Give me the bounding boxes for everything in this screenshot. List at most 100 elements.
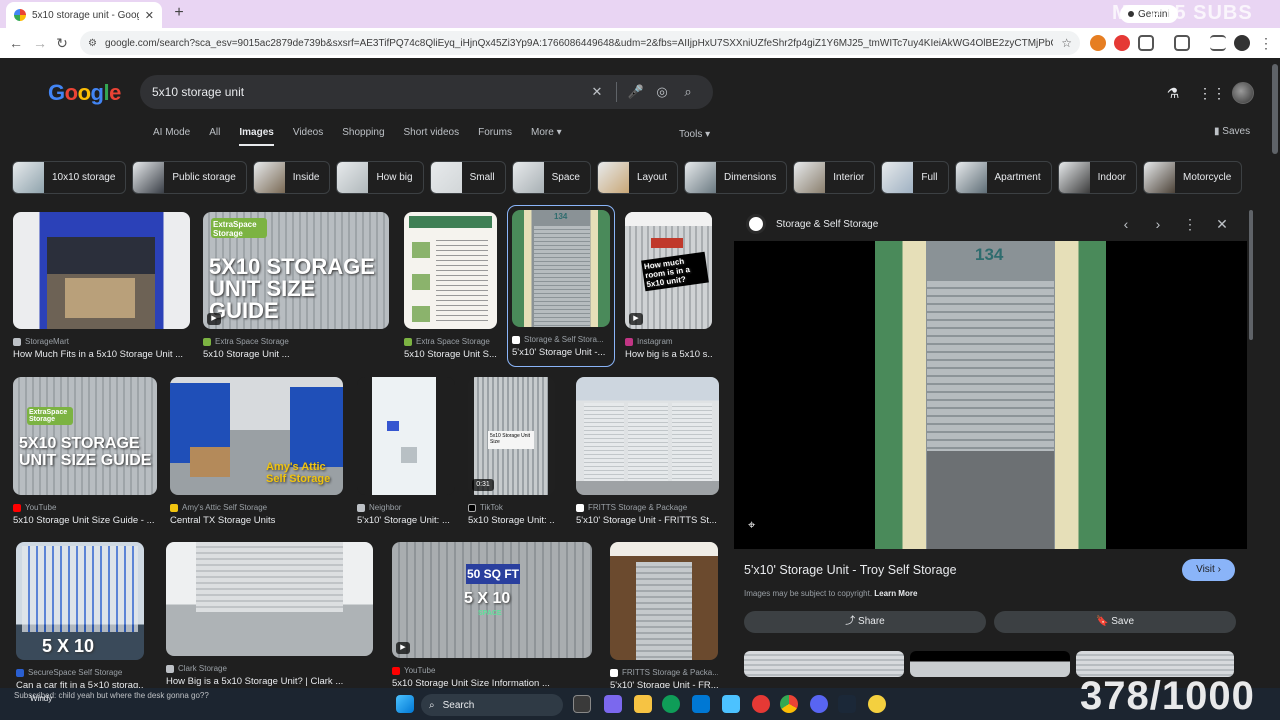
image-result[interactable]: 5x10 Storage Unit Size 0:31 TikTok 5x10 … xyxy=(468,377,555,526)
image-result[interactable]: Clark Storage How Big is a 5x10 Storage … xyxy=(166,542,373,687)
image-result[interactable]: FRITTS Storage & Packa... 5'x10' Storage… xyxy=(610,542,718,691)
edge-browser-icon[interactable] xyxy=(662,695,680,713)
result-title[interactable]: 5'x10' Storage Unit -... xyxy=(512,347,610,358)
result-thumbnail[interactable]: 5x10 Storage Unit Size 0:31 xyxy=(468,377,555,495)
apps-grid-icon[interactable]: ⋮⋮ xyxy=(1198,85,1226,102)
file-explorer-icon[interactable] xyxy=(634,695,652,713)
next-image-icon[interactable]: › xyxy=(1150,216,1166,232)
account-avatar[interactable] xyxy=(1232,82,1254,104)
search-icon[interactable]: ⌕ xyxy=(675,84,701,100)
result-thumbnail[interactable]: ExtraSpace Storage 5X10 STORAGE UNIT SIZ… xyxy=(13,377,157,495)
tab-close-icon[interactable]: ✕ xyxy=(145,9,154,22)
result-thumbnail[interactable] xyxy=(166,542,373,656)
image-result[interactable]: FRITTS Storage & Package 5'x10' Storage … xyxy=(576,377,719,526)
result-thumbnail[interactable] xyxy=(13,212,190,329)
chip-public-storage[interactable]: Public storage xyxy=(132,161,247,194)
cast-icon[interactable] xyxy=(1174,35,1190,51)
close-preview-icon[interactable]: ✕ xyxy=(1214,216,1230,233)
clear-search-icon[interactable]: ✕ xyxy=(584,84,610,100)
app-icon[interactable] xyxy=(752,695,770,713)
result-title[interactable]: 5x10 Storage Unit Size Guide - ... xyxy=(13,515,157,526)
back-arrow-icon[interactable]: ← xyxy=(6,33,26,53)
site-info-icon[interactable]: ⚙ xyxy=(88,38,97,49)
windows-start-icon[interactable] xyxy=(396,695,414,713)
tab-images[interactable]: Images xyxy=(239,127,274,146)
tab-shopping[interactable]: Shopping xyxy=(342,127,384,146)
result-title[interactable]: 5x10 Storage Unit: ... xyxy=(468,515,555,526)
search-bar[interactable]: 5x10 storage unit ✕ 🎤 ◎ ⌕ xyxy=(140,75,713,109)
store-icon[interactable] xyxy=(692,695,710,713)
search-input[interactable]: 5x10 storage unit xyxy=(152,85,584,99)
tools-menu[interactable]: Tools ▾ xyxy=(679,129,710,140)
lens-icon[interactable]: ◎ xyxy=(649,84,675,100)
result-thumbnail[interactable]: 134 xyxy=(512,210,610,327)
browser-tab[interactable]: 5x10 storage unit - Google Search ✕ xyxy=(6,2,162,28)
chip-motorcycle[interactable]: Motorcycle xyxy=(1143,161,1243,194)
tab-all[interactable]: All xyxy=(209,127,220,146)
tab-ai-mode[interactable]: AI Mode xyxy=(153,127,190,146)
task-view-icon[interactable] xyxy=(573,695,591,713)
tab-videos[interactable]: Videos xyxy=(293,127,323,146)
result-thumbnail[interactable]: How much room is in a 5x10 unit? ▶ xyxy=(625,212,712,329)
extension-icon[interactable] xyxy=(1090,35,1106,51)
profile-avatar-icon[interactable] xyxy=(1234,35,1250,51)
chip-inside[interactable]: Inside xyxy=(252,161,331,194)
discord-icon[interactable] xyxy=(810,695,828,713)
image-result[interactable]: ExtraSpace Storage 5X10 STORAGE UNIT SIZ… xyxy=(13,377,157,526)
share-button[interactable]: ⤴ Share xyxy=(744,611,986,633)
reload-icon[interactable]: ↻ xyxy=(52,33,72,53)
image-result-selected[interactable]: 134 Storage & Self Stora... 5'x10' Stora… xyxy=(507,205,615,367)
tab-forums[interactable]: Forums xyxy=(478,127,512,146)
chrome-icon[interactable] xyxy=(780,695,798,713)
chip-indoor[interactable]: Indoor xyxy=(1057,161,1137,194)
result-thumbnail[interactable] xyxy=(357,377,455,495)
chip-dimensions[interactable]: Dimensions xyxy=(684,161,788,194)
lens-search-icon[interactable]: ⌖ xyxy=(748,517,755,533)
result-thumbnail[interactable]: 5 X 10 xyxy=(16,542,144,660)
labs-flask-icon[interactable]: ⚗ xyxy=(1164,85,1182,102)
result-title[interactable]: How Much Fits in a 5x10 Storage Unit ... xyxy=(13,349,190,360)
image-result[interactable]: 50 SQ FT 5 X 10 SPACE ▶ YouTube 5x10 Sto… xyxy=(392,542,592,689)
image-result[interactable]: Extra Space Storage 5x10 Storage Unit S.… xyxy=(404,212,497,360)
voice-search-icon[interactable]: 🎤 xyxy=(623,84,649,100)
forward-arrow-icon[interactable]: → xyxy=(30,33,50,53)
related-image[interactable] xyxy=(744,651,904,677)
image-result[interactable]: ExtraSpace Storage 5X10 STORAGE UNIT SIZ… xyxy=(203,212,389,360)
saves-link[interactable]: ▮ Saves xyxy=(1214,126,1250,137)
tab-more[interactable]: More ▾ xyxy=(531,127,562,146)
result-title[interactable]: Central TX Storage Units xyxy=(170,515,343,526)
image-result[interactable]: 5 X 10 SecureSpace Self Storage Can a ca… xyxy=(16,542,144,691)
result-title[interactable]: How Big is a 5x10 Storage Unit? | Clark … xyxy=(166,676,373,687)
reading-list-icon[interactable] xyxy=(1210,35,1226,51)
chip-space[interactable]: Space xyxy=(511,161,591,194)
image-result[interactable]: Amy's Attic Self Storage Amy's Attic Sel… xyxy=(170,377,343,526)
result-title[interactable]: 5x10 Storage Unit S... xyxy=(404,349,497,360)
image-result[interactable]: StorageMart How Much Fits in a 5x10 Stor… xyxy=(13,212,190,360)
tab-short-videos[interactable]: Short videos xyxy=(404,127,460,146)
result-title[interactable]: 5'x10' Storage Unit - FRITTS St... xyxy=(576,515,719,526)
app-icon[interactable] xyxy=(604,695,622,713)
preview-image[interactable]: 134 xyxy=(875,241,1106,549)
result-thumbnail[interactable]: 50 SQ FT 5 X 10 SPACE ▶ xyxy=(392,542,592,658)
chip-apartment[interactable]: Apartment xyxy=(954,161,1052,194)
result-title[interactable]: How big is a 5x10 s... xyxy=(625,349,712,360)
previous-image-icon[interactable]: ‹ xyxy=(1118,216,1134,232)
preview-title[interactable]: 5'x10' Storage Unit - Troy Self Storage xyxy=(744,563,957,577)
chrome-menu-icon[interactable]: ⋮ xyxy=(1256,33,1276,53)
google-logo[interactable]: Google xyxy=(48,80,121,106)
page-scrollbar[interactable] xyxy=(1272,64,1278,154)
new-tab-button[interactable]: + xyxy=(170,4,188,22)
result-thumbnail[interactable] xyxy=(610,542,718,660)
app-icon[interactable] xyxy=(868,695,886,713)
preview-site-name[interactable]: Storage & Self Storage xyxy=(776,219,878,230)
chip-layout[interactable]: Layout xyxy=(596,161,678,194)
result-thumbnail[interactable]: ExtraSpace Storage 5X10 STORAGE UNIT SIZ… xyxy=(203,212,389,329)
related-image[interactable] xyxy=(910,651,1070,677)
address-bar[interactable]: ⚙ google.com/search?sca_esv=9015ac2879de… xyxy=(80,31,1080,55)
chip-interior[interactable]: Interior xyxy=(793,161,876,194)
image-result[interactable]: How much room is in a 5x10 unit? ▶ Insta… xyxy=(625,212,712,360)
extensions-puzzle-icon[interactable] xyxy=(1138,35,1154,51)
taskbar-search[interactable]: ⌕ Search xyxy=(421,694,563,716)
panel-scrollbar[interactable] xyxy=(1249,210,1253,340)
chip-small[interactable]: Small xyxy=(429,161,506,194)
